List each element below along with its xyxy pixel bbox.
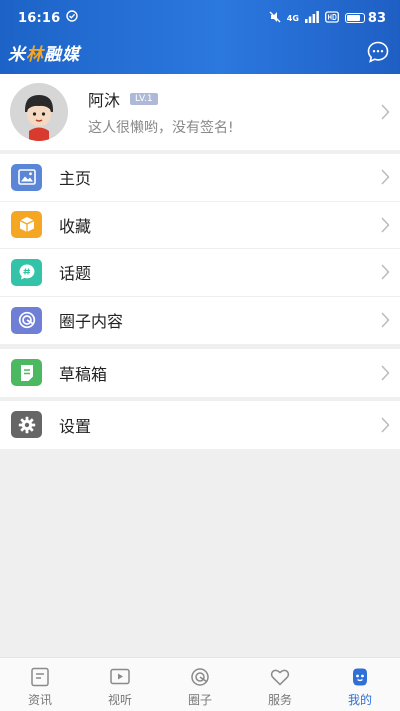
menu-label: 主页 <box>59 169 92 189</box>
chevron-right-icon <box>381 104 390 120</box>
circle-icon <box>191 668 209 686</box>
menu-label: 收藏 <box>59 216 92 236</box>
menu-group-drafts: 草稿箱 <box>0 349 400 397</box>
menu-group-main: 主页 收藏 话题 圈子内容 <box>0 154 400 344</box>
nav-label: 视听 <box>107 693 132 707</box>
nav-label: 资讯 <box>27 693 52 707</box>
nav-label: 服务 <box>267 693 292 707</box>
network-type: 4G <box>286 13 299 23</box>
chevron-right-icon <box>381 417 390 433</box>
hashtag-icon <box>11 258 42 286</box>
menu-group-settings: 设置 <box>0 401 400 449</box>
nav-item-news[interactable]: 资讯 <box>0 658 80 711</box>
username: 阿沐 <box>88 91 121 110</box>
check-circle-icon <box>66 10 79 26</box>
chevron-right-icon <box>381 217 390 233</box>
profile-card[interactable]: 阿沐 LV.1 这人很懒哟，没有签名! <box>0 74 400 150</box>
app-bar: 米林融媒 <box>8 38 390 66</box>
menu-label: 设置 <box>59 416 92 436</box>
signal-icon <box>304 10 319 26</box>
draft-icon <box>11 359 42 387</box>
menu-item-favorites[interactable]: 收藏 <box>0 202 400 249</box>
heart-icon <box>270 669 290 686</box>
menu-label: 圈子内容 <box>59 312 124 332</box>
hd-icon <box>324 10 339 26</box>
box-icon <box>11 211 42 239</box>
bottom-nav: 资讯 视听 圈子 服务 我的 <box>0 657 400 711</box>
menu-item-circle-content[interactable]: 圈子内容 <box>0 297 400 345</box>
chevron-right-icon <box>381 169 390 185</box>
nav-item-service[interactable]: 服务 <box>240 658 320 711</box>
avatar[interactable] <box>10 83 68 141</box>
news-icon <box>31 667 49 687</box>
nav-item-mine[interactable]: 我的 <box>320 658 400 711</box>
menu-label: 话题 <box>59 264 92 284</box>
menu-item-topics[interactable]: 话题 <box>0 249 400 297</box>
battery-fill <box>346 15 361 21</box>
signature: 这人很懒哟，没有签名! <box>88 120 234 136</box>
menu-item-drafts[interactable]: 草稿箱 <box>0 349 400 397</box>
battery-percent: 83 <box>367 10 386 26</box>
menu-item-settings[interactable]: 设置 <box>0 401 400 449</box>
chat-bubble-icon <box>367 41 389 63</box>
message-button[interactable] <box>366 40 390 64</box>
circle-icon <box>11 306 42 334</box>
battery-indicator: 83 <box>344 10 386 26</box>
face-icon <box>353 668 367 686</box>
chevron-right-icon <box>381 264 390 280</box>
gear-icon <box>11 411 42 439</box>
nav-item-circle[interactable]: 圈子 <box>160 658 240 711</box>
top-header: 16:16 4G 83 米林融媒 <box>0 0 400 74</box>
play-icon <box>110 668 130 685</box>
status-bar: 16:16 4G 83 <box>18 8 386 28</box>
nav-label: 我的 <box>347 693 372 707</box>
app-logo: 米林融媒 <box>8 44 80 65</box>
menu-label: 草稿箱 <box>59 364 108 384</box>
mute-icon <box>269 11 281 26</box>
level-badge: LV.1 <box>130 93 158 105</box>
battery-icon <box>344 13 365 23</box>
nav-label: 圈子 <box>187 693 212 707</box>
chevron-right-icon <box>381 312 390 328</box>
menu-item-home[interactable]: 主页 <box>0 154 400 202</box>
nav-item-video[interactable]: 视听 <box>80 658 160 711</box>
image-icon <box>11 163 42 191</box>
profile-info: 阿沐 LV.1 这人很懒哟，没有签名! <box>88 87 234 137</box>
status-time: 16:16 <box>18 10 61 26</box>
chevron-right-icon <box>381 365 390 381</box>
